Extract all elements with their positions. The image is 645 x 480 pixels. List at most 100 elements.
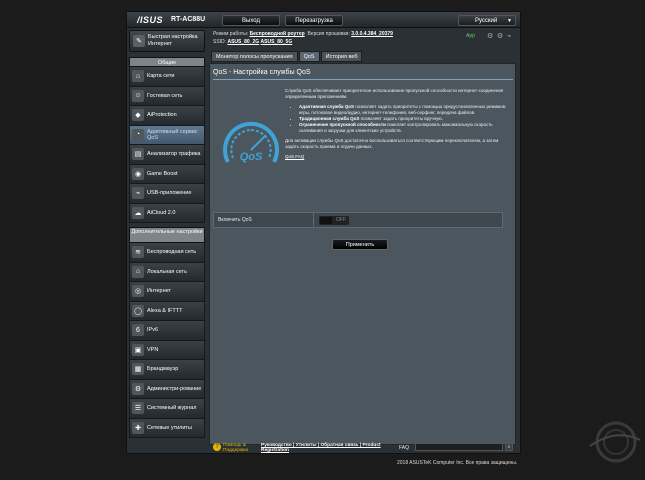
faq-search-input[interactable] [415,443,503,451]
sidebar-item-administration[interactable]: ⚙ Администри-рование [129,379,205,399]
sidebar-item-label: IPv6 [147,327,159,334]
activation-note: Для активации службы QoS достаточно восп… [285,138,499,149]
sidebar-item-alexa-ifttt[interactable]: ◯ Alexa & IFTTT [129,301,205,321]
mode-value-link[interactable]: Беспроводной роутер [250,31,305,37]
sidebar-item-ipv6[interactable]: 6 IPv6 [129,321,205,341]
list-item: Ограничение пропускной способности помог… [299,122,507,134]
help-label: Помощь & Поддержка [223,443,248,453]
copyright-text: 2018 ASUSTeK Computer Inc. Все права защ… [397,460,518,466]
bullet-title: Традиционная служба QoS [299,116,360,121]
sidebar-item-label: Сетевые утилиты [147,424,192,431]
sidebar-item-label: Game Boost [147,170,178,177]
sidebar-item-label: Беспроводная сеть [147,249,197,256]
gauge-label: QoS [240,151,263,163]
tools-icon: ✚ [132,421,144,434]
cloud-icon: ☁ [132,206,144,219]
qos-gauge-icon: QoS [223,121,279,163]
sidebar-item-usb-app[interactable]: ⌁ USB-приложение [129,184,205,204]
top-bar: /ISUS RT-AC88U Выход Перезагрузка Русски… [127,12,520,28]
sidebar-item-label: Alexa & IFTTT [147,307,183,314]
chevron-down-icon: ▼ [507,18,512,24]
ssid-5g-link[interactable]: ASUS_80_5G [261,39,293,45]
advanced-header: Дополнительные настройки [129,227,205,243]
sidebar-item-aiprotection[interactable]: ◆ AiProtection [129,106,205,126]
footer-links-line-2[interactable]: Registration [261,448,289,453]
qos-feature-list: Адаптивная служба QoS позволяет задать п… [285,104,507,134]
sidebar-item-label: Брандмауэр [147,366,179,373]
title-divider [213,79,513,80]
mode-label: Режим работы: [213,31,249,37]
language-select[interactable]: Русский ▼ [458,15,516,26]
watermark-logo [589,421,641,463]
reboot-button[interactable]: Перезагрузка [285,15,343,26]
quick-setup-button[interactable]: ✎ Быстрая настройка Интернет [129,30,205,52]
firewall-icon: ▦ [132,363,144,376]
footer-links[interactable]: Руководство | Утилиты | Обратная связь |… [261,443,381,453]
gamepad-icon: ◉ [132,167,144,180]
sidebar-item-game-boost[interactable]: ◉ Game Boost [129,164,205,184]
qos-description: Служба QoS обеспечивает приоритетное исп… [285,88,507,164]
tab-bar: Монитор полосы пропускания QoS История в… [211,51,363,62]
help-support-link[interactable]: ? Помощь & Поддержка [213,443,248,453]
wifi-icon: ≋ [132,246,144,259]
asus-logo: /ISUS [137,15,164,25]
sidebar-item-label: AiProtection [147,112,177,119]
search-icon[interactable]: ⌕ [505,443,513,451]
apply-button[interactable]: Применить [332,239,388,250]
page-title: QoS - Настройка службы QoS [213,69,311,76]
ipv6-icon: 6 [132,324,144,337]
router-admin-window: /ISUS RT-AC88U Выход Перезагрузка Русски… [126,11,521,454]
sidebar-item-network-map[interactable]: ⌂ Карта сети [129,67,205,87]
qos-faq-link[interactable]: QoS FAQ [285,154,304,159]
sidebar-item-wireless[interactable]: ≋ Беспроводная сеть [129,243,205,263]
sidebar-item-traffic-analyzer[interactable]: ▤ Анализатор трафика [129,145,205,165]
sidebar-item-aicloud[interactable]: ☁ AiCloud 2.0 [129,203,205,223]
sidebar-item-label: Интернет [147,288,171,295]
sidebar-item-label: Локальная сеть [147,268,187,275]
enable-qos-toggle[interactable]: OFF [319,215,349,225]
tab-bandwidth-monitor[interactable]: Монитор полосы пропускания [211,51,298,62]
sidebar-item-label: Адаптивный сервис QoS [147,128,198,141]
guest-network-icon: ☺ [132,89,144,102]
sidebar-item-firewall[interactable]: ▦ Брандмауэр [129,360,205,380]
ssid-2g-link[interactable]: ASUS_80_2G [227,39,259,45]
sidebar-item-label: USB-приложение [147,190,192,197]
sidebar-item-adaptive-qos[interactable]: ◔ Адаптивный сервис QoS [129,125,205,145]
footer: ? Помощь & Поддержка Руководство | Утилит… [209,443,518,454]
quick-setup-label: Быстрая настройка Интернет [148,34,198,47]
language-value: Русский [475,18,498,24]
usb-icon: ⌁ [132,187,144,200]
sidebar-item-vpn[interactable]: ▣ VPN [129,340,205,360]
firmware-value-link[interactable]: 3.0.0.4.384_20379 [351,31,393,37]
sidebar-item-wan[interactable]: ◎ Интернет [129,282,205,302]
lan-icon: ⌂ [132,265,144,278]
sidebar-item-label: Гостевая сеть [147,92,183,99]
logout-button[interactable]: Выход [222,15,280,26]
bullet-title: Ограничение пропускной способности [299,122,386,127]
sidebar-item-system-log[interactable]: ☰ Системный журнал [129,399,205,419]
sidebar-item-network-tools[interactable]: ✚ Сетевые утилиты [129,418,205,438]
status-bar: Режим работы: Беспроводной роутер Версия… [213,30,513,46]
vpn-icon: ▣ [132,343,144,356]
help-line-2: Поддержка [223,448,249,453]
network-map-icon: ⌂ [132,70,144,83]
list-item: Адаптивная служба QoS позволяет задать п… [299,104,507,116]
traffic-icon: ▤ [132,148,144,161]
network-status-icon[interactable]: ⚙ [487,32,493,40]
usb-status-icon[interactable]: ⌁ [507,32,511,40]
shield-icon: ◆ [132,109,144,122]
sidebar: ✎ Быстрая настройка Интернет Общие ⌂ Карт… [129,30,205,442]
toggle-knob [320,216,332,224]
internet-status-icon[interactable]: ⚙ [497,32,503,40]
app-link[interactable]: App [466,33,475,39]
sidebar-item-label: AiCloud 2.0 [147,209,176,216]
qos-gauge-icon: ◔ [132,128,144,141]
general-group: Общие ⌂ Карта сети ☺ Гостевая сеть ◆ AiProt… [129,57,205,223]
sidebar-item-label: VPN [147,346,159,353]
sidebar-item-label: Анализатор трафика [147,151,201,158]
tab-qos[interactable]: QoS [298,51,320,62]
sidebar-item-lan[interactable]: ⌂ Локальная сеть [129,262,205,282]
tab-web-history[interactable]: История веб [320,51,363,62]
bullet-text: позволяет задать приоритеты вручную. [359,116,443,121]
sidebar-item-guest-network[interactable]: ☺ Гостевая сеть [129,86,205,106]
